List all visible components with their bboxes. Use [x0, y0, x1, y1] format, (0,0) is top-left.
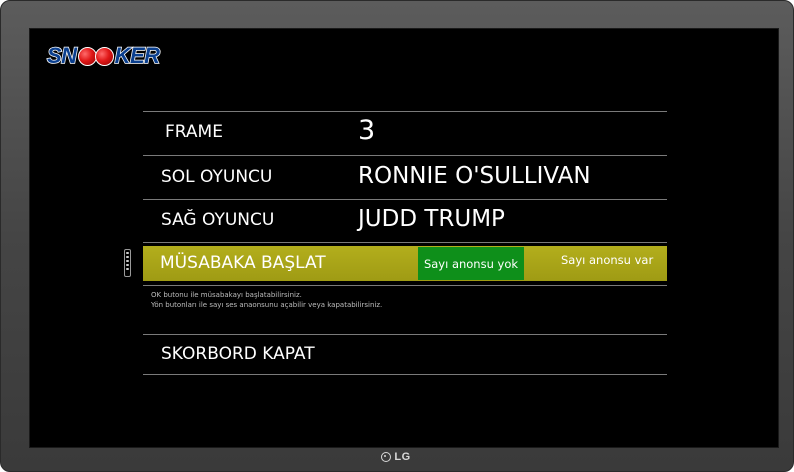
- divider: [143, 111, 667, 112]
- divider: [143, 199, 667, 200]
- lg-logo-icon: [381, 452, 392, 462]
- left-player-value[interactable]: RONNIE O'SULLIVAN: [358, 163, 591, 189]
- remote-control-icon: [124, 249, 131, 277]
- option-with-announcement[interactable]: Sayı anonsu var: [561, 253, 653, 267]
- close-scoreboard-button[interactable]: SKORBORD KAPAT: [161, 344, 315, 364]
- start-match-row[interactable]: MÜSABAKA BAŞLAT Sayı anonsu yok Sayı ano…: [143, 246, 667, 281]
- frame-value[interactable]: 3: [358, 115, 375, 146]
- divider: [143, 285, 667, 286]
- logo-text-right: KER: [114, 42, 161, 69]
- frame-label: FRAME: [165, 122, 223, 142]
- snooker-logo: SN KER: [46, 42, 161, 69]
- right-player-value[interactable]: JUDD TRUMP: [358, 206, 505, 232]
- left-player-label: SOL OYUNCU: [161, 167, 273, 187]
- hint-line-2: Yön butonları ile sayı ses anaonsunu aça…: [151, 301, 383, 309]
- right-player-label: SAĞ OYUNCU: [161, 210, 275, 230]
- tv-brand-label: LG: [394, 451, 411, 463]
- tv-screen: SN KER FRAME 3 SOL OYUNCU RONNIE O'SULLI…: [29, 28, 779, 448]
- divider: [143, 242, 667, 243]
- divider: [143, 155, 667, 156]
- option-no-announcement-label: Sayı anonsu yok: [423, 256, 519, 271]
- hint-line-1: OK butonu ile müsabakayı başlatabilirsin…: [151, 291, 302, 299]
- logo-text-left: SN: [46, 42, 78, 69]
- divider: [143, 374, 667, 375]
- tv-brand: LG: [0, 449, 792, 465]
- start-match-label: MÜSABAKA BAŞLAT: [160, 253, 326, 273]
- divider: [143, 334, 667, 335]
- logo-balls-icon: [77, 46, 114, 66]
- option-no-announcement[interactable]: Sayı anonsu yok: [418, 247, 524, 280]
